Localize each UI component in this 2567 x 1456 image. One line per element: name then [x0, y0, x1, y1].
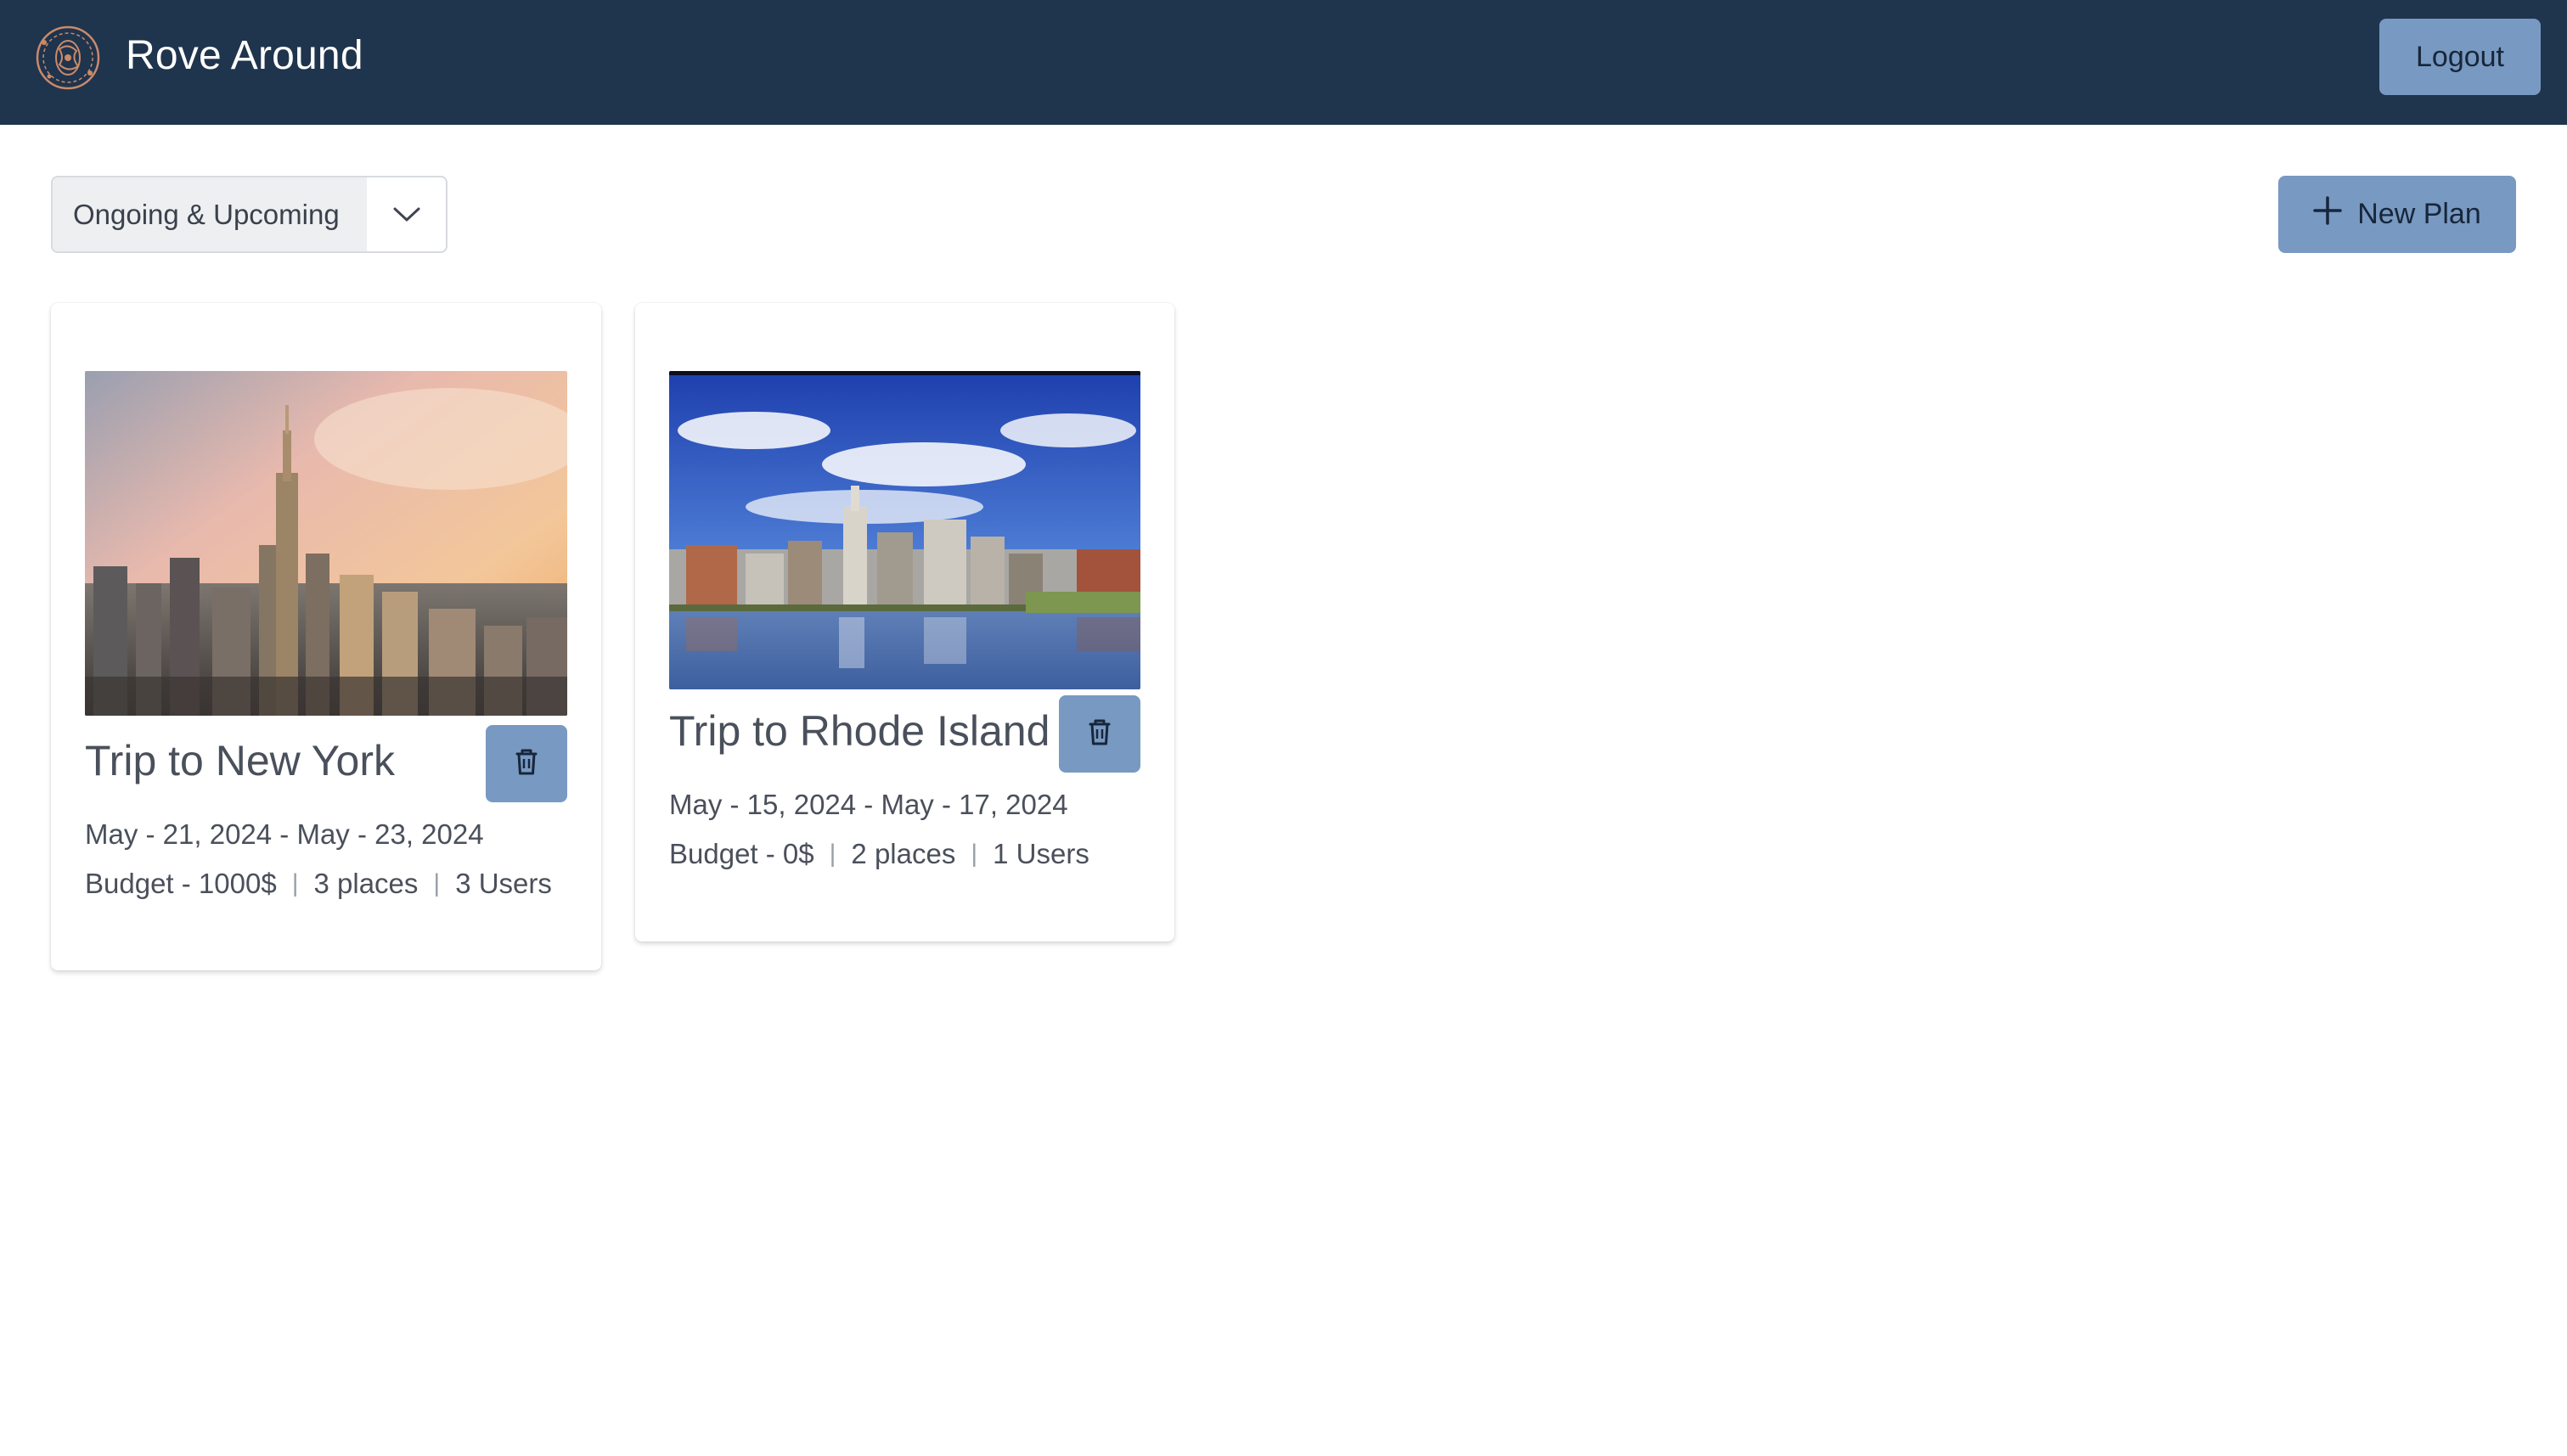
filter-selected-value: Ongoing & Upcoming [53, 177, 367, 251]
meta-divider: | [829, 840, 836, 868]
plan-meta: Budget - 0$ | 2 places | 1 Users [669, 838, 1089, 870]
top-navbar: Rove Around Logout [0, 0, 2567, 125]
chevron-down-icon[interactable] [367, 177, 446, 251]
meta-divider: | [291, 869, 299, 897]
plan-filter-select[interactable]: Ongoing & Upcoming [51, 176, 448, 253]
plan-dates: May - 21, 2024 - May - 23, 2024 [85, 818, 484, 850]
compass-globe-logo-icon[interactable] [34, 24, 102, 92]
plan-budget: Budget - 1000$ [85, 868, 277, 899]
plan-places: 2 places [851, 838, 956, 869]
logout-button[interactable]: Logout [2379, 19, 2541, 95]
meta-divider: | [971, 840, 978, 868]
plan-users: 3 Users [455, 868, 552, 899]
plan-card[interactable]: Trip to New York May - 21, 2024 - May - … [51, 303, 601, 970]
plan-card[interactable]: Trip to Rhode Island May - 15, 2024 - Ma… [635, 303, 1174, 942]
providence-riverfront-photo [669, 371, 1140, 689]
plan-dates: May - 15, 2024 - May - 17, 2024 [669, 789, 1068, 820]
app-title: Rove Around [126, 33, 363, 78]
plan-meta: Budget - 1000$ | 3 places | 3 Users [85, 868, 552, 900]
plan-title[interactable]: Trip to Rhode Island [669, 706, 1050, 756]
trash-icon [514, 747, 539, 780]
plan-places: 3 places [313, 868, 419, 899]
plus-icon [2313, 196, 2342, 233]
new-york-skyline-photo [85, 371, 567, 716]
delete-plan-button[interactable] [1059, 695, 1140, 773]
plan-title[interactable]: Trip to New York [85, 736, 395, 785]
meta-divider: | [433, 869, 441, 897]
plan-users: 1 Users [993, 838, 1089, 869]
new-plan-button[interactable]: New Plan [2278, 176, 2516, 253]
delete-plan-button[interactable] [486, 725, 567, 802]
plan-budget: Budget - 0$ [669, 838, 814, 869]
trash-icon [1087, 717, 1112, 750]
new-plan-label: New Plan [2357, 198, 2481, 230]
